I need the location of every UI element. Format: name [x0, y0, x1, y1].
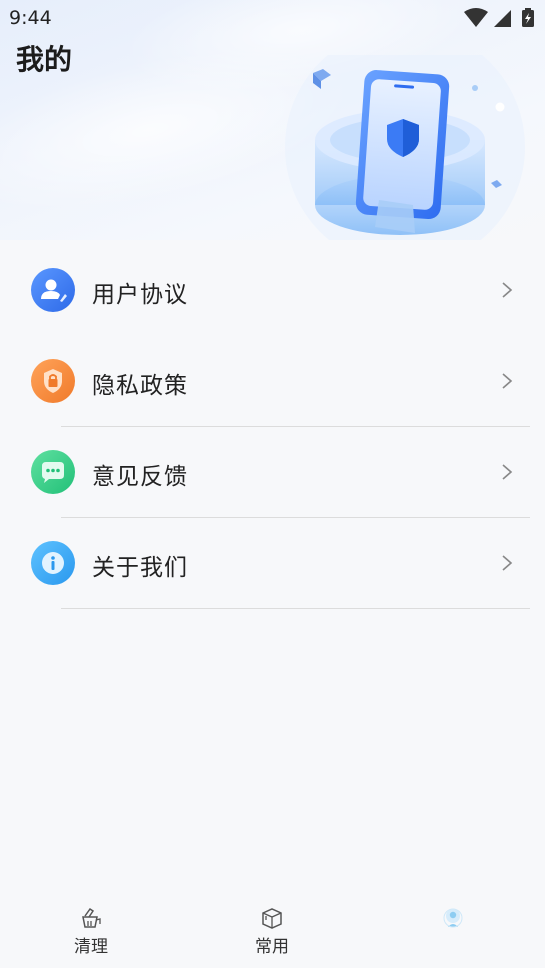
- info-icon: [31, 541, 75, 585]
- feedback-chat-icon: [31, 450, 75, 494]
- menu-item-label: 关于我们: [92, 555, 188, 581]
- menu-item-feedback[interactable]: 意见反馈: [0, 427, 545, 518]
- menu-item-privacy-policy[interactable]: 隐私政策: [0, 336, 545, 427]
- menu-item-user-agreement[interactable]: 用户协议: [0, 245, 545, 336]
- nav-item-common[interactable]: 常用: [212, 898, 332, 968]
- wifi-icon: [464, 8, 488, 27]
- menu-item-label: 意见反馈: [92, 464, 188, 490]
- chevron-right-icon: [502, 555, 513, 571]
- battery-charging-icon: [522, 8, 534, 27]
- bottom-nav: 清理 常用: [0, 898, 545, 968]
- phone-security-illustration: [285, 55, 525, 240]
- nav-label-common: 常用: [255, 937, 289, 957]
- menu-item-about-us[interactable]: 关于我们: [0, 518, 545, 609]
- nav-item-profile[interactable]: [393, 898, 513, 968]
- profile-icon: [443, 908, 463, 928]
- chevron-right-icon: [502, 464, 513, 480]
- menu-list: 用户协议 隐私政策 意见反馈 关于我们: [0, 245, 545, 609]
- box-icon: [262, 908, 282, 929]
- page-title: 我的: [16, 43, 73, 76]
- nav-item-clean[interactable]: 清理: [31, 898, 151, 968]
- broom-icon: [82, 907, 101, 928]
- chevron-right-icon: [502, 282, 513, 298]
- status-bar: 9:44: [0, 0, 545, 36]
- menu-item-label: 隐私政策: [92, 373, 188, 399]
- signal-icon: [494, 10, 511, 27]
- divider: [61, 608, 530, 609]
- chevron-right-icon: [502, 373, 513, 389]
- nav-label-clean: 清理: [74, 937, 108, 957]
- status-icons: [464, 8, 534, 27]
- menu-item-label: 用户协议: [92, 282, 188, 308]
- status-time: 9:44: [9, 7, 52, 29]
- privacy-lock-icon: [31, 359, 75, 403]
- user-agreement-icon: [31, 268, 75, 312]
